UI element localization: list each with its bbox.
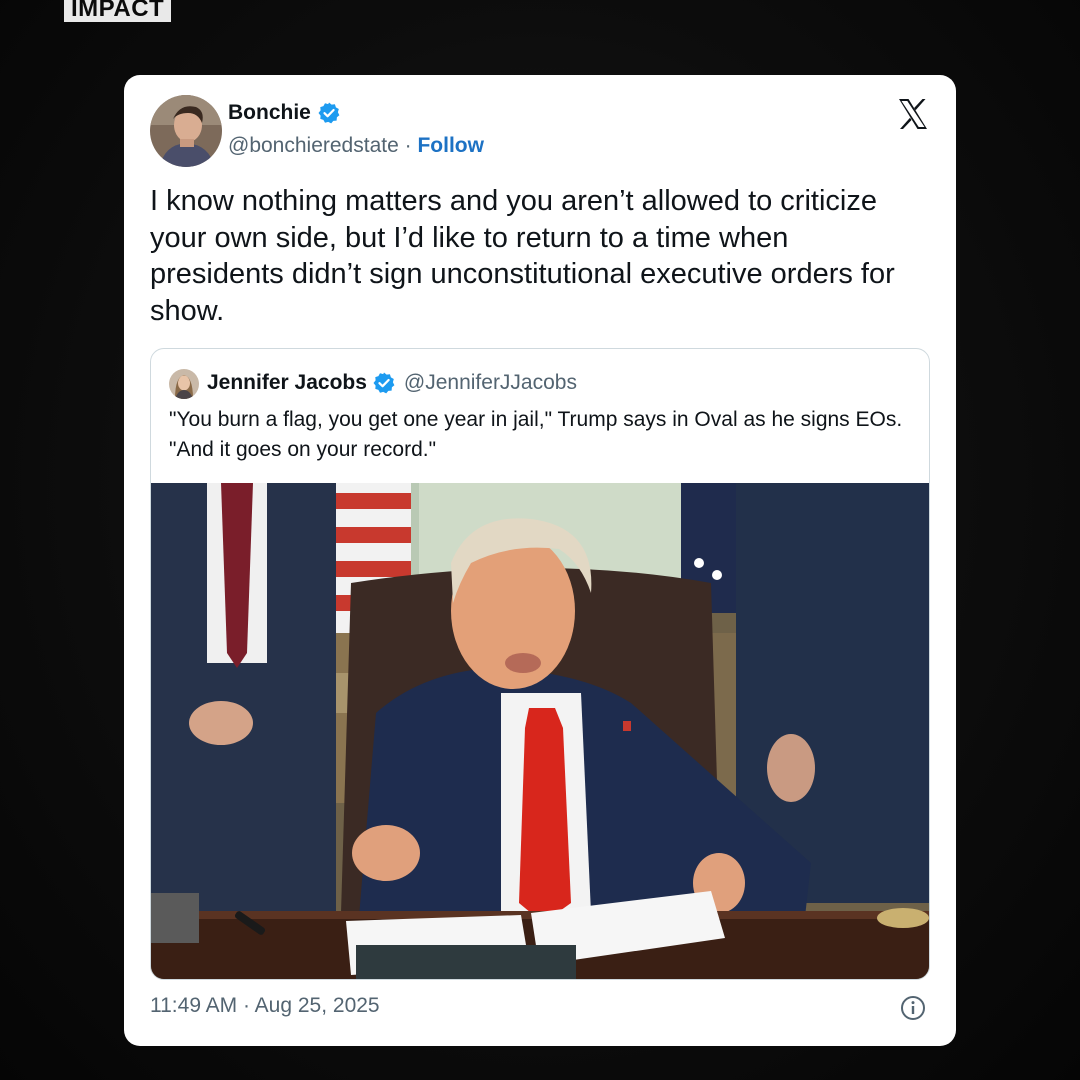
quoted-tweet-text: "You burn a flag, you get one year in ja…	[169, 408, 903, 461]
tweet-text: I know nothing matters and you aren’t al…	[150, 185, 895, 327]
verified-badge-icon	[317, 101, 341, 125]
verified-badge-icon	[372, 371, 396, 395]
separator-dot: ·	[404, 134, 412, 157]
author-subline: @bonchieredstate · Follow	[228, 134, 484, 158]
quoted-tweet-photo[interactable]	[151, 483, 929, 979]
author-name-text: Bonchie	[228, 101, 311, 124]
follow-button[interactable]: Follow	[417, 134, 484, 157]
quoted-author-handle: @JenniferJJacobs	[403, 371, 577, 394]
info-icon[interactable]	[900, 995, 926, 1021]
tweet-timestamp[interactable]: 11:49 AM · Aug 25, 2025	[150, 994, 380, 1018]
tweet-card: Bonchie @bonchieredstate · Follow I know…	[124, 75, 956, 1046]
quoted-header: Jennifer Jacobs @JenniferJJacobs	[207, 371, 577, 395]
brand-logo: IMPACT	[64, 0, 172, 22]
author-handle[interactable]: @bonchieredstate	[228, 134, 399, 157]
x-logo-icon[interactable]	[896, 97, 930, 131]
quoted-author-avatar	[169, 369, 199, 399]
author-name[interactable]: Bonchie	[228, 101, 341, 125]
quoted-author-name: Jennifer Jacobs	[207, 371, 367, 394]
quoted-tweet[interactable]: Jennifer Jacobs @JenniferJJacobs "You bu…	[150, 348, 930, 980]
author-avatar[interactable]	[150, 95, 222, 167]
